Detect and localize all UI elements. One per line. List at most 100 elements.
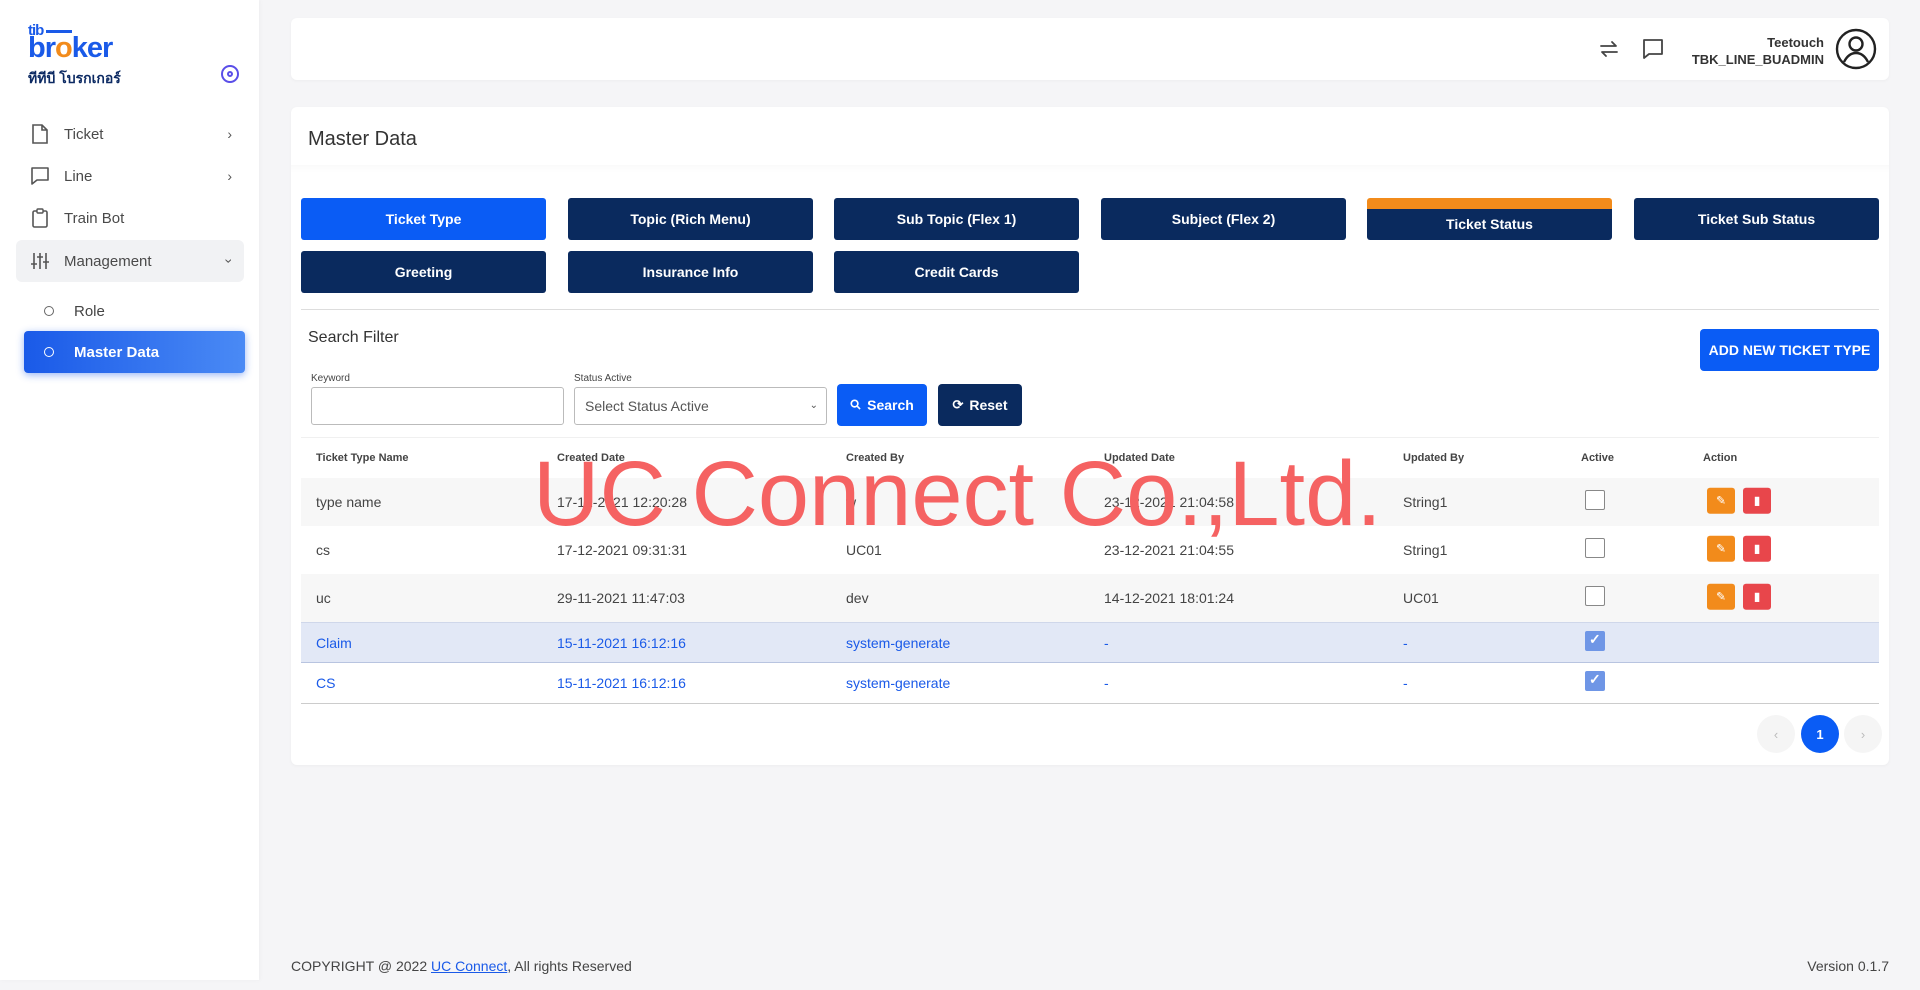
message-icon[interactable] — [1641, 37, 1665, 61]
logo-main-a: br — [28, 32, 56, 64]
cell-created-date: 17-12-2021 09:31:31 — [557, 542, 687, 558]
active-checkbox[interactable] — [1585, 630, 1605, 651]
sidebar: tib broker ทีทีบี โบรกเกอร์ Ticket › Lin… — [0, 0, 259, 980]
cell-updated-date: - — [1104, 675, 1109, 691]
pencil-icon: ✎ — [1715, 541, 1727, 556]
avatar-icon[interactable] — [1835, 28, 1877, 70]
brand-logo[interactable]: tib broker ทีทีบี โบรกเกอร์ — [28, 22, 128, 86]
pagination-next-button[interactable]: › — [1844, 715, 1882, 753]
cell-updated-by: - — [1403, 675, 1408, 691]
column-header: Created By — [846, 452, 905, 464]
cell-updated-date: 14-12-2021 18:01:24 — [1104, 590, 1234, 606]
keyword-input[interactable] — [311, 387, 564, 425]
active-checkbox[interactable] — [1585, 586, 1605, 606]
cell-name: Claim — [316, 634, 352, 651]
sidebar-toggle-icon[interactable] — [221, 65, 239, 83]
table-row: cs 17-12-2021 09:31:31 UC01 23-12-2021 2… — [301, 526, 1879, 574]
cell-updated-by: String1 — [1403, 542, 1448, 558]
reset-button-label: Reset — [969, 397, 1008, 413]
table-row: uc 29-11-2021 11:47:03 dev 14-12-2021 18… — [301, 574, 1879, 622]
sidebar-item-label: Ticket — [64, 125, 104, 143]
cell-created-date: 29-11-2021 11:47:03 — [557, 590, 685, 606]
user-role: TBK_LINE_BUADMIN — [1691, 52, 1824, 67]
sidebar-subitem-label: Master Data — [74, 343, 160, 361]
chevron-right-icon: › — [227, 126, 232, 142]
keyword-label: Keyword — [311, 373, 350, 384]
tab-insurance-info[interactable]: Insurance Info — [568, 251, 813, 293]
sidebar-item-ticket[interactable]: Ticket › — [16, 113, 244, 155]
column-header: Created Date — [557, 452, 625, 464]
sidebar-subitem-role[interactable]: Role — [24, 290, 245, 332]
cell-created-by: UC01 — [846, 542, 882, 558]
tab-sub-topic-flex-1[interactable]: Sub Topic (Flex 1) — [834, 198, 1079, 240]
edit-button[interactable]: ✎ — [1707, 487, 1735, 514]
cell-name: type name — [316, 494, 382, 510]
copyright-prefix: COPYRIGHT @ 2022 — [291, 958, 431, 974]
cell-created-by: system-generate — [846, 675, 951, 691]
user-name: Teetouch — [1767, 35, 1824, 50]
column-header: Updated Date — [1104, 452, 1175, 464]
tab-subject-flex-2[interactable]: Subject (Flex 2) — [1101, 198, 1346, 240]
delete-button[interactable]: ▮ — [1743, 535, 1771, 562]
sidebar-item-train-bot[interactable]: Train Bot — [16, 197, 244, 239]
switch-icon[interactable] — [1597, 37, 1621, 61]
circle-icon — [44, 347, 54, 357]
chevron-right-icon: › — [227, 168, 232, 184]
trash-icon: ▮ — [1753, 493, 1761, 508]
chevron-down-icon: ⌄ — [809, 400, 818, 411]
chat-icon — [30, 166, 50, 186]
add-new-ticket-type-button[interactable]: ADD NEW TICKET TYPE — [1700, 329, 1879, 371]
sidebar-item-line[interactable]: Line › — [16, 155, 244, 197]
cell-name: cs — [316, 542, 330, 558]
delete-button[interactable]: ▮ — [1743, 583, 1771, 610]
table-row: Claim 15-11-2021 16:12:16 system-generat… — [301, 622, 1879, 663]
status-active-placeholder: Select Status Active — [585, 398, 709, 414]
search-button-label: Search — [867, 397, 914, 413]
cell-updated-date: 23-12-2021 21:04:58 — [1104, 494, 1234, 510]
sidebar-item-management[interactable]: Management › — [16, 240, 244, 282]
tab-ticket-type[interactable]: Ticket Type — [301, 198, 546, 240]
active-checkbox[interactable] — [1585, 538, 1605, 558]
cell-name: CS — [316, 675, 336, 691]
sidebar-item-label: Management — [64, 252, 152, 270]
cell-created-by: dev — [846, 590, 869, 606]
table-row: CS 15-11-2021 16:12:16 system-generate -… — [301, 663, 1879, 704]
search-icon — [850, 398, 861, 413]
sidebar-item-label: Train Bot — [64, 209, 125, 227]
search-button[interactable]: Search — [837, 384, 927, 426]
tab-ticket-sub-status[interactable]: Ticket Sub Status — [1634, 198, 1879, 240]
sidebar-subitem-master-data[interactable]: Master Data — [24, 331, 245, 373]
cell-created-by: w — [846, 494, 857, 510]
delete-button[interactable]: ▮ — [1743, 487, 1771, 514]
cell-created-date: 17-12-2021 12:20:28 — [557, 494, 687, 510]
pagination-page-1[interactable]: 1 — [1801, 715, 1839, 753]
copyright-suffix: , All rights Reserved — [507, 958, 632, 974]
cell-name: uc — [316, 590, 331, 606]
cell-created-by: system-generate — [846, 634, 951, 651]
edit-button[interactable]: ✎ — [1707, 535, 1735, 562]
cell-updated-by: - — [1403, 634, 1408, 651]
tab-credit-cards[interactable]: Credit Cards — [834, 251, 1079, 293]
company-link[interactable]: UC Connect — [431, 958, 507, 974]
logo-main-o: o — [55, 32, 73, 64]
pencil-icon: ✎ — [1715, 493, 1727, 508]
refresh-icon: ⟳ — [952, 397, 964, 412]
column-header: Active — [1581, 452, 1615, 464]
trash-icon: ▮ — [1753, 541, 1761, 556]
active-checkbox[interactable] — [1585, 671, 1605, 691]
reset-button[interactable]: ⟳ Reset — [938, 384, 1022, 426]
tab-topic-rich-menu[interactable]: Topic (Rich Menu) — [568, 198, 813, 240]
document-icon — [30, 124, 50, 144]
status-active-select[interactable]: Select Status Active ⌄ — [574, 387, 827, 425]
tab-ticket-status[interactable]: Ticket Status — [1367, 198, 1612, 240]
pagination-prev-button[interactable]: ‹ — [1757, 715, 1795, 753]
edit-button[interactable]: ✎ — [1707, 583, 1735, 610]
sidebar-item-label: Line — [64, 167, 93, 185]
clipboard-icon — [30, 208, 50, 228]
active-checkbox[interactable] — [1585, 490, 1605, 510]
trash-icon: ▮ — [1753, 589, 1761, 604]
cell-created-date: 15-11-2021 16:12:16 — [557, 634, 686, 651]
tab-greeting[interactable]: Greeting — [301, 251, 546, 293]
column-header: Updated By — [1403, 452, 1465, 464]
table-row: type name 17-12-2021 12:20:28 w 23-12-20… — [301, 478, 1879, 526]
